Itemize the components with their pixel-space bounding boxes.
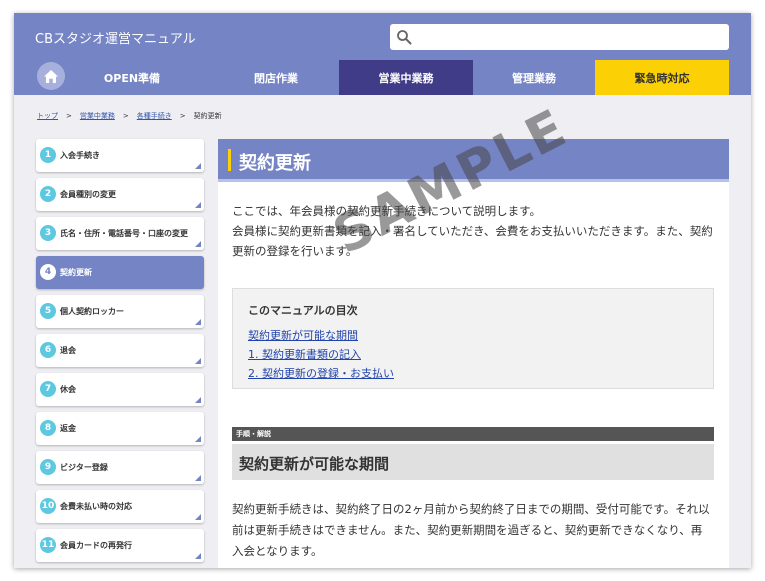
toc-link-period[interactable]: 契約更新が可能な期間 [248,327,358,343]
sidebar-item-visitor-registration[interactable]: 9 ビジター登録 [36,451,204,484]
page-header: 契約更新 [218,139,729,182]
corner-arrow-icon [195,358,201,364]
tab-emergency[interactable]: 緊急時対応 [595,60,729,95]
intro-line: 更新の登録を行います。 [232,244,358,258]
breadcrumb-separator: > [66,112,72,120]
home-icon [44,69,58,83]
number-badge: 3 [40,225,56,241]
section-label: 手順・解説 [232,427,714,441]
corner-arrow-icon [195,319,201,325]
body-line: 入会となります。 [232,544,323,558]
main-content: 契約更新 ここでは、年会員様の契約更新手続きについて説明します。 会員様に契約更… [218,139,729,568]
sidebar-item-withdrawal[interactable]: 6 退会 [36,334,204,367]
number-badge: 8 [40,420,56,436]
sidebar-item-membership-type-change[interactable]: 2 会員種別の変更 [36,178,204,211]
corner-arrow-icon [195,475,201,481]
body-line: 契約更新手続きは、契約終了日の2ヶ月前から契約終了日までの期間、受付可能です。そ… [232,502,710,516]
tab-closing[interactable]: 閉店作業 [219,60,333,95]
breadcrumb-link-procedures[interactable]: 各種手続き [137,112,172,120]
corner-arrow-icon [195,514,201,520]
corner-arrow-icon [195,553,201,559]
sidebar-item-unpaid-fees[interactable]: 10 会費未払い時の対応 [36,490,204,523]
title-accent-bar [228,149,231,171]
toc-link-registration-payment[interactable]: 2. 契約更新の登録・お支払い [248,365,394,381]
breadcrumb-link-operations[interactable]: 営業中業務 [80,112,115,120]
corner-arrow-icon [195,202,201,208]
intro-line: 会員様に契約更新書類を記入・署名していただき、会費をお支払いいただきます。また、… [232,224,713,238]
number-badge: 11 [40,537,56,553]
tab-open-prep[interactable]: OPEN準備 [75,60,189,95]
sidebar-item-label: 契約更新 [60,268,92,277]
section-heading-text: 契約更新が可能な期間 [239,455,390,473]
sidebar-item-label: 会員種別の変更 [60,190,116,199]
sidebar-item-label: 返金 [60,424,76,433]
corner-arrow-icon [195,163,201,169]
sidebar-item-label: 会員カードの再発行 [60,541,132,550]
search-input[interactable] [416,26,725,50]
intro-text: ここでは、年会員様の契約更新手続きについて説明します。 会員様に契約更新書類を記… [232,201,718,261]
number-badge: 2 [40,186,56,202]
body-line: 前は更新手続きはできません。また、契約更新期間を過ぎると、契約更新できなくなり、… [232,523,703,537]
sidebar-item-enrollment[interactable]: 1 入会手続き [36,139,204,172]
number-badge: 9 [40,459,56,475]
corner-arrow-icon [195,436,201,442]
toc-title: このマニュアルの目次 [248,304,358,317]
sidebar: 1 入会手続き 2 会員種別の変更 3 氏名・住所・電話番号・口座の変更 4 契… [36,139,204,568]
breadcrumb-link-top[interactable]: トップ [37,112,58,120]
app-window: CBスタジオ運営マニュアル OPEN準備 閉店作業 営業中業務 管理業務 緊急時… [14,13,751,568]
number-badge: 6 [40,342,56,358]
breadcrumb-separator: > [122,112,129,120]
toc-link-documents[interactable]: 1. 契約更新書類の記入 [248,346,361,362]
tab-management[interactable]: 管理業務 [475,60,593,95]
page-title: 契約更新 [239,153,311,174]
number-badge: 10 [40,498,56,514]
search-icon[interactable] [396,29,412,45]
sidebar-item-label: 会費未払い時の対応 [60,502,132,511]
sidebar-item-card-reissue[interactable]: 11 会員カードの再発行 [36,529,204,562]
corner-arrow-icon [195,241,201,247]
table-of-contents: このマニュアルの目次 契約更新が可能な期間 1. 契約更新書類の記入 2. 契約… [232,288,714,389]
number-badge: 4 [40,264,56,280]
number-badge: 5 [40,303,56,319]
number-badge: 1 [40,147,56,163]
sidebar-item-label: 氏名・住所・電話番号・口座の変更 [60,229,188,238]
sidebar-item-suspension[interactable]: 7 休会 [36,373,204,406]
breadcrumb-separator: > [179,112,186,120]
sidebar-item-locker[interactable]: 5 個人契約ロッカー [36,295,204,328]
intro-line: ここでは、年会員様の契約更新手続きについて説明します。 [232,204,542,218]
section-heading: 契約更新が可能な期間 [232,444,714,480]
tab-operations[interactable]: 営業中業務 [339,60,473,95]
sidebar-item-contract-renewal[interactable]: 4 契約更新 [36,256,204,289]
sidebar-item-info-change[interactable]: 3 氏名・住所・電話番号・口座の変更 [36,217,204,250]
search-box[interactable] [390,24,729,50]
sidebar-item-label: 退会 [60,346,76,355]
section-body: 契約更新手続きは、契約終了日の2ヶ月前から契約終了日までの期間、受付可能です。そ… [232,499,716,562]
header: CBスタジオ運営マニュアル OPEN準備 閉店作業 営業中業務 管理業務 緊急時… [14,13,751,95]
number-badge: 7 [40,381,56,397]
sidebar-item-refund[interactable]: 8 返金 [36,412,204,445]
sidebar-item-label: 休会 [60,385,76,394]
breadcrumb: トップ > 営業中業務 > 各種手続き > 契約更新 [37,111,222,121]
sidebar-item-label: 入会手続き [60,151,100,160]
breadcrumb-current: 契約更新 [193,112,222,120]
sidebar-item-label: ビジター登録 [60,463,108,472]
home-button[interactable] [37,62,65,90]
sidebar-item-label: 個人契約ロッカー [60,307,124,316]
corner-arrow-icon [195,397,201,403]
app-title: CBスタジオ運営マニュアル [35,32,196,47]
